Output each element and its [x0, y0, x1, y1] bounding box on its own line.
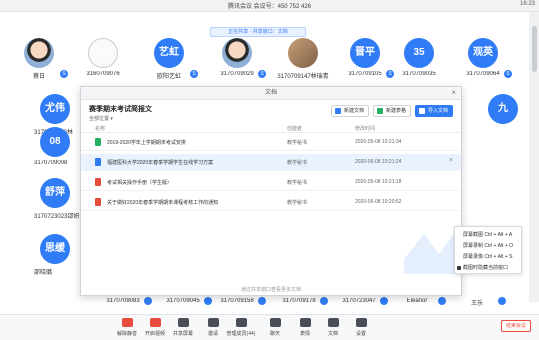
- file-creator: 教学秘书: [287, 140, 308, 146]
- file-icon: [95, 198, 101, 206]
- participant-tile[interactable]: 3170709158: [204, 297, 270, 310]
- microphone-muted-button[interactable]: 解除静音: [112, 318, 142, 340]
- device-badge: [498, 297, 506, 305]
- location-filter[interactable]: 全部位置 ▾: [89, 115, 113, 122]
- file-row[interactable]: 福建医科大学2020年春季学期学生在线学习方案 教学秘书 2020-05-08 10…: [81, 154, 461, 171]
- file-name: 考试相关操作手册（学生版）: [107, 180, 173, 186]
- avatar: 尤伟: [40, 94, 70, 124]
- screen-share-button[interactable]: 共享屏幕: [168, 318, 198, 340]
- invite-icon: [207, 318, 219, 327]
- column-creator: 创建者: [287, 126, 303, 132]
- camera-off-button[interactable]: 开启视频: [140, 318, 170, 340]
- top-bar: 腾讯会议 会议号：450 752 426 16:23: [0, 0, 539, 12]
- participant-name: 3160709076: [86, 71, 120, 77]
- screen-share-icon: [177, 318, 189, 327]
- avatar: 思缓: [40, 234, 70, 264]
- file-name: 2019-2020学年上学期期末考试安排: [107, 140, 186, 146]
- column-modified: 修改时间: [355, 126, 376, 132]
- clock: 16:23: [519, 1, 535, 7]
- panel-footer: 通过共享窗口查看更多文档: [240, 287, 301, 293]
- menu-item[interactable]: 屏幕录像 Ctrl + Alt + S: [463, 252, 512, 262]
- chat-button[interactable]: 聊天: [260, 318, 290, 340]
- file-modified: 2020-05-08 10:21:34: [355, 139, 402, 145]
- column-name: 名称: [95, 126, 106, 132]
- file-list-header: 名称 创建者 修改时间: [81, 123, 461, 133]
- panel-heading: 赛季期末考试简报文: [89, 106, 152, 113]
- avatar: [222, 38, 252, 68]
- members-button[interactable]: 管理成员(44): [226, 318, 256, 340]
- file-row[interactable]: 考试相关操作手册（学生版） 教学秘书 2020-05-08 10:21:18: [81, 174, 461, 191]
- panel-title: 文档: [81, 87, 461, 100]
- end-meeting-button[interactable]: 结束会议: [501, 320, 531, 332]
- file-row[interactable]: 关于做好2020年春季学期期末课程考核工作的通知 教学秘书 2020-05-08 1…: [81, 194, 461, 211]
- participant-name: 3170709035: [402, 71, 436, 77]
- device-badge: [258, 297, 266, 305]
- document-button[interactable]: 文档: [318, 318, 348, 340]
- microphone-muted-icon: [121, 318, 133, 327]
- document-icon: [327, 318, 339, 327]
- avatar: 舒萍: [40, 178, 70, 208]
- participant-tile[interactable]: 王乐: [444, 297, 510, 310]
- avatar: [288, 38, 318, 68]
- avatar: [24, 38, 54, 68]
- file-creator: 教学秘书: [287, 200, 308, 206]
- file-modified: 2020-05-08 10:21:24: [355, 159, 402, 165]
- file-creator: 教学秘书: [287, 180, 308, 186]
- close-icon[interactable]: ×: [451, 88, 456, 97]
- document-panel: 文档 × 赛季期末考试简报文 全部位置 ▾ 新建文档 新建表格 导入文档 名称 …: [80, 86, 462, 296]
- meeting-info: 腾讯会议 会议号：450 752 426: [227, 4, 312, 10]
- device-badge: S: [504, 70, 512, 78]
- participant-tile[interactable]: 3170723047: [326, 297, 392, 310]
- avatar: 观英: [468, 38, 498, 68]
- file-creator: 教学秘书: [287, 160, 308, 166]
- settings-icon: [355, 318, 367, 327]
- share-banner: 正在共享 · 共享窗口：文档: [210, 27, 306, 37]
- device-badge: S: [190, 70, 198, 78]
- file-icon: [95, 138, 101, 146]
- new-sheet-icon: [377, 108, 383, 114]
- avatar: 九: [488, 94, 518, 124]
- menu-item[interactable]: 屏幕截图 Ctrl + Alt + A: [463, 230, 512, 240]
- menu-item[interactable]: 屏幕录制 Ctrl + Alt + O: [463, 241, 513, 251]
- new-sheet-button[interactable]: 新建表格: [373, 105, 412, 117]
- checkbox-icon: [457, 266, 461, 270]
- file-modified: 2020-05-08 10:21:18: [355, 179, 402, 185]
- avatar: 艺虹: [154, 38, 184, 68]
- chat-icon: [269, 318, 281, 327]
- tencent-meeting-logo: [404, 234, 454, 274]
- file-icon: [95, 178, 101, 186]
- participant-tile[interactable]: Eleanor: [384, 297, 450, 310]
- participant-tile[interactable]: 3170709083: [90, 297, 156, 310]
- invite-button[interactable]: 邀请: [198, 318, 228, 340]
- participant-tile[interactable]: 3170709178: [266, 297, 332, 310]
- avatar: • •: [88, 38, 118, 68]
- device-badge: S: [258, 70, 266, 78]
- participant-name: 3170709147林瑞青: [277, 74, 329, 80]
- import-icon: [419, 108, 425, 114]
- file-modified: 2020-05-08 10:20:52: [355, 199, 402, 205]
- menu-item[interactable]: 截图时隐藏当前窗口: [457, 263, 508, 273]
- camera-off-icon: [149, 318, 161, 327]
- file-name: 福建医科大学2020年春季学期学生在线学习方案: [107, 160, 214, 166]
- import-document-button[interactable]: 导入文档: [415, 105, 454, 117]
- avatar: 35: [404, 38, 434, 68]
- emoji-button[interactable]: 表情: [290, 318, 320, 340]
- device-badge: S: [60, 70, 68, 78]
- meeting-toolbar: 解除静音 开启视频 共享屏幕 邀请 管理成员(44) 聊天 表情 文档 设置: [0, 314, 539, 340]
- screenshot-context-menu: 屏幕截图 Ctrl + Alt + A 屏幕录制 Ctrl + Alt + O 屏幕…: [454, 226, 522, 274]
- members-icon: [235, 318, 247, 327]
- participant-tile[interactable]: 蔡日 S: [6, 38, 72, 94]
- new-document-icon: [335, 108, 341, 114]
- file-name: 关于做好2020年春季学期期末课程考核工作的通知: [107, 200, 219, 206]
- settings-button[interactable]: 设置: [346, 318, 376, 340]
- file-row[interactable]: 2019-2020学年上学期期末考试安排 教学秘书 2020-05-08 10:21…: [81, 134, 461, 151]
- scrollbar-thumb[interactable]: [532, 26, 537, 72]
- avatar: 晋平: [350, 38, 380, 68]
- emoji-icon: [299, 318, 311, 327]
- new-document-button[interactable]: 新建文档: [331, 105, 370, 117]
- participant-tile[interactable]: 九: [470, 94, 536, 150]
- avatar: 08: [40, 127, 70, 157]
- remove-icon[interactable]: ×: [449, 157, 453, 164]
- file-icon: [95, 158, 101, 166]
